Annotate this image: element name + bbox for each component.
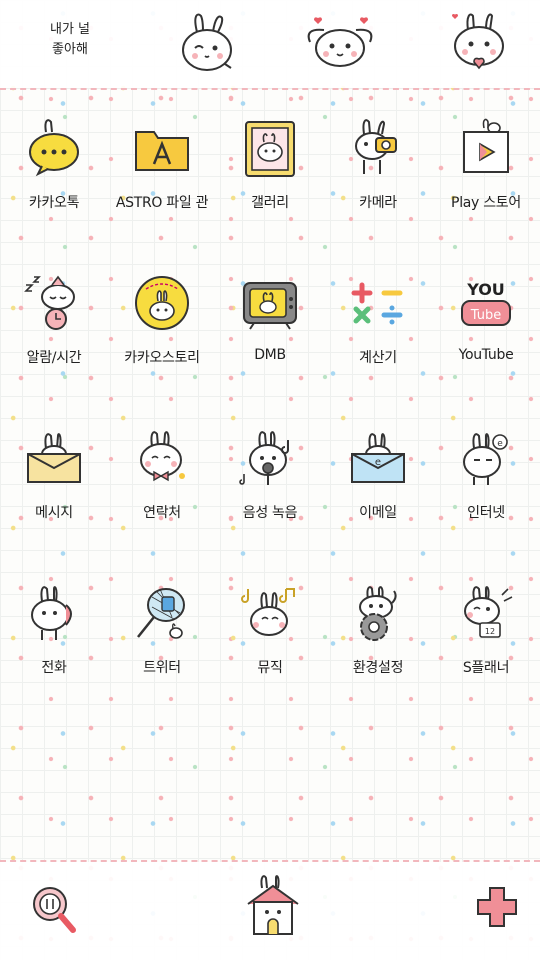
bunny-email-icon: e bbox=[351, 433, 405, 483]
love-text-line2: 좋아해 bbox=[52, 42, 88, 57]
app-phone[interactable]: 전화 bbox=[0, 575, 108, 695]
svg-text:e: e bbox=[497, 439, 503, 449]
app-youtube[interactable]: YOU Tube YouTube bbox=[432, 265, 540, 385]
svg-text:12: 12 bbox=[485, 627, 495, 636]
bunny-gear-icon bbox=[359, 586, 397, 641]
app-label: 음성 녹음 bbox=[242, 505, 298, 521]
svg-text:YOU: YOU bbox=[466, 280, 505, 299]
app-twitter[interactable]: 트위터 bbox=[108, 575, 216, 695]
app-messages[interactable]: 메시지 bbox=[0, 420, 108, 540]
app-dmb[interactable]: DMB bbox=[216, 265, 324, 385]
app-kakaotalk[interactable]: 카카오톡 bbox=[0, 110, 108, 230]
app-email[interactable]: e 이메일 bbox=[324, 420, 432, 540]
app-contacts[interactable]: 연락처 bbox=[108, 420, 216, 540]
bunny-hearts-icon bbox=[307, 17, 373, 67]
app-label: 전화 bbox=[41, 660, 67, 676]
app-label: 카메라 bbox=[359, 195, 397, 211]
love-text-line1: 내가 널 bbox=[49, 22, 90, 37]
app-internet[interactable]: e 인터넷 bbox=[432, 420, 540, 540]
youtube-logo-icon: YOU Tube bbox=[461, 280, 511, 326]
svg-text:Tube: Tube bbox=[470, 308, 501, 323]
app-grid: 카카오톡 ASTRO 파일 관 갤러리 카메라 Play 스토어 알람/시간 카… bbox=[0, 110, 540, 710]
app-label: 환경설정 bbox=[352, 660, 404, 676]
app-label: 알람/시간 bbox=[26, 350, 82, 366]
bunny-planner-icon: 12 bbox=[464, 586, 513, 638]
bunny-bowtie-icon bbox=[140, 431, 185, 482]
bunny-microphone-icon bbox=[239, 431, 289, 485]
love-sticker-text: 내가 널 좋아해 bbox=[30, 20, 110, 60]
play-store-bag-icon bbox=[463, 118, 509, 173]
tv-bunny-icon bbox=[243, 282, 297, 330]
app-alarm-clock[interactable]: 알람/시간 bbox=[0, 265, 108, 385]
plus-icon[interactable] bbox=[474, 884, 520, 930]
bunny-music-icon bbox=[241, 588, 295, 636]
kakaostory-bunny-icon bbox=[135, 276, 189, 330]
calculator-symbols-icon bbox=[351, 282, 403, 325]
svg-text:e: e bbox=[375, 457, 381, 468]
app-label: 갤러리 bbox=[251, 195, 289, 211]
app-astro-file-manager[interactable]: ASTRO 파일 관 bbox=[108, 110, 216, 230]
sleeping-bunny-clock-icon bbox=[24, 275, 75, 330]
app-kakaostory[interactable]: 카카오스토리 bbox=[108, 265, 216, 385]
app-label: 계산기 bbox=[359, 350, 397, 366]
app-calculator[interactable]: 계산기 bbox=[324, 265, 432, 385]
butterfly-net-icon bbox=[137, 588, 185, 639]
kakaotalk-bunny-icon bbox=[29, 119, 79, 177]
app-label: DMB bbox=[254, 347, 286, 363]
app-settings[interactable]: 환경설정 bbox=[324, 575, 432, 695]
top-sticker-bar: 내가 널 좋아해 bbox=[0, 0, 540, 88]
app-label: 인터넷 bbox=[467, 505, 505, 521]
app-label: 카카오톡 bbox=[28, 195, 80, 211]
app-gallery[interactable]: 갤러리 bbox=[216, 110, 324, 230]
app-music[interactable]: 뮤직 bbox=[216, 575, 324, 695]
app-label: 트위터 bbox=[143, 660, 181, 676]
photo-frame-icon bbox=[245, 121, 295, 177]
bunny-envelope-icon bbox=[27, 433, 81, 483]
winking-bunny-icon bbox=[182, 13, 232, 71]
dock bbox=[0, 862, 540, 960]
app-label: 연락처 bbox=[143, 505, 181, 521]
app-play-store[interactable]: Play 스토어 bbox=[432, 110, 540, 230]
bunny-heart-hands-icon bbox=[452, 13, 504, 70]
app-label: Play 스토어 bbox=[451, 195, 521, 211]
bunny-globe-icon: e bbox=[463, 433, 508, 485]
app-label: YouTube bbox=[458, 347, 514, 363]
app-label: ASTRO 파일 관 bbox=[115, 195, 209, 211]
app-camera[interactable]: 카메라 bbox=[324, 110, 432, 230]
magnifier-icon[interactable] bbox=[28, 882, 78, 938]
app-label: 메시지 bbox=[35, 505, 73, 521]
bunny-camera-icon bbox=[355, 119, 397, 174]
top-divider bbox=[0, 88, 540, 90]
app-label: 카카오스토리 bbox=[124, 350, 200, 366]
folder-a-icon bbox=[135, 131, 189, 171]
app-label: 이메일 bbox=[359, 505, 397, 521]
app-label: S플래너 bbox=[462, 660, 510, 676]
app-label: 뮤직 bbox=[257, 660, 283, 676]
app-s-planner[interactable]: 12 S플래너 bbox=[432, 575, 540, 695]
bunny-phone-icon bbox=[31, 586, 72, 640]
app-voice-recorder[interactable]: 음성 녹음 bbox=[216, 420, 324, 540]
bunny-house-icon[interactable] bbox=[244, 874, 302, 940]
